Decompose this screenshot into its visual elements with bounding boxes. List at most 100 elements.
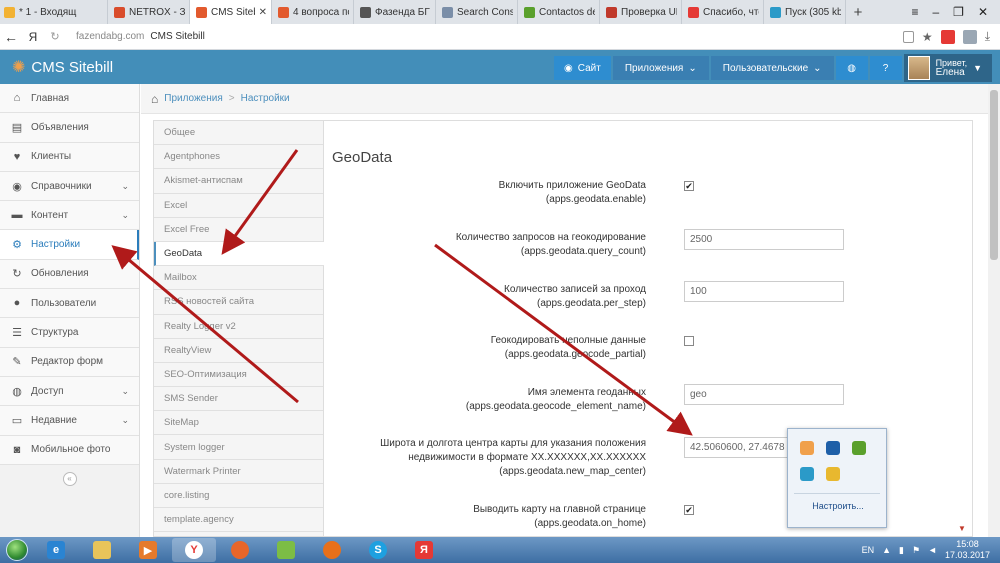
tab-mailbox[interactable]: Mailbox <box>154 266 323 291</box>
help-button[interactable]: ? <box>869 56 902 80</box>
per-step-input[interactable]: 100 <box>684 281 844 302</box>
taskbar-app[interactable] <box>218 538 262 562</box>
scrollbar-thumb[interactable] <box>990 90 998 260</box>
geo-element-name-input[interactable]: geo <box>684 384 844 405</box>
bluetooth-icon[interactable] <box>826 441 840 455</box>
close-window-button[interactable]: ✕ <box>978 5 988 19</box>
taskbar-app[interactable]: S <box>356 538 400 562</box>
tab-general[interactable]: Общее <box>154 121 323 146</box>
tab-agentphones[interactable]: Agentphones <box>154 145 323 170</box>
collapse-sidebar-button[interactable]: « <box>62 471 77 486</box>
sidebar-item-listings[interactable]: ▤ Объявления <box>0 113 139 143</box>
sidebar-item-home[interactable]: ⌂ Главная <box>0 84 139 114</box>
new-tab-button[interactable]: + <box>846 0 870 24</box>
volume-icon[interactable]: ◄ <box>928 545 937 555</box>
taskbar-app[interactable] <box>264 538 308 562</box>
tab-core-listing[interactable]: core.listing <box>154 484 323 508</box>
tab-template-agency[interactable]: template.agency <box>154 508 323 533</box>
scroll-down-arrow-icon[interactable]: ▼ <box>958 524 966 533</box>
sidebar-item-references[interactable]: ◉ Справочники ⌄ <box>0 171 139 202</box>
sidebar-item-form-editor[interactable]: ✎ Редактор форм <box>0 347 139 377</box>
minimize-button[interactable]: – <box>932 5 939 19</box>
brand[interactable]: ✺ CMS Sitebill <box>0 57 113 77</box>
sidebar-item-recent[interactable]: ▭ Недавние ⌄ <box>0 406 139 436</box>
tab-geodata[interactable]: GeoData <box>154 241 324 267</box>
custom-menu-button[interactable]: Пользовательские ⌄ <box>710 56 834 80</box>
sidebar-item-mobile-photo[interactable]: ◙ Мобильное фото <box>0 435 139 465</box>
apps-menu-button[interactable]: Приложения ⌄ <box>612 56 709 80</box>
browser-tab[interactable]: 4 вопроса по <box>272 0 354 24</box>
download-icon[interactable]: ⤓ <box>985 29 990 44</box>
language-indicator[interactable]: EN <box>862 545 875 555</box>
tab-sms-sender[interactable]: SMS Sender <box>154 387 323 412</box>
globe-button[interactable]: ◍ <box>835 56 868 80</box>
breadcrumb-apps[interactable]: Приложения <box>164 93 223 104</box>
tab-close-icon[interactable]: ✕ <box>259 7 267 18</box>
sidebar-item-settings[interactable]: ⚙ Настройки <box>0 230 139 260</box>
sidebar-item-label: Контент <box>31 209 69 221</box>
browser-tab[interactable]: Contactos de <box>518 0 600 24</box>
bookmark-star-icon[interactable]: ★ <box>922 30 933 44</box>
url-page-title[interactable]: CMS Sitebill <box>150 31 204 42</box>
sidebar-item-updates[interactable]: ↻ Обновления <box>0 259 139 290</box>
yandex-logo-icon[interactable]: Я <box>22 30 44 44</box>
taskbar-app[interactable] <box>310 538 354 562</box>
back-arrow-icon[interactable]: ← <box>0 29 22 45</box>
show-map-on-home-checkbox[interactable]: ✔ <box>684 505 694 515</box>
tray-app-icon[interactable] <box>826 467 840 481</box>
tab-excel[interactable]: Excel <box>154 194 323 218</box>
query-count-input[interactable]: 2500 <box>684 229 844 250</box>
reader-mode-icon[interactable] <box>902 30 914 43</box>
network-icon[interactable]: ▮ <box>899 545 904 556</box>
home-icon[interactable]: ⌂ <box>151 92 158 106</box>
tab-watermark-printer[interactable]: Watermark Printer <box>154 460 323 484</box>
tab-akismet[interactable]: Akismet-антиспам <box>154 169 323 194</box>
reload-icon[interactable]: ↻ <box>44 30 66 43</box>
tab-system-logger[interactable]: System logger <box>154 435 323 460</box>
tab-excel-free[interactable]: Excel Free <box>154 218 323 242</box>
taskbar-app[interactable] <box>80 538 124 562</box>
geocode-partial-checkbox[interactable] <box>684 336 694 346</box>
enable-checkbox[interactable]: ✔ <box>684 181 694 191</box>
customize-tray-link[interactable]: Настроить... <box>788 501 888 511</box>
browser-tab[interactable]: Проверка UR <box>600 0 682 24</box>
tab-rss[interactable]: RSS новостей сайта <box>154 290 323 315</box>
browser-tab[interactable]: * 1 - Входящ <box>0 0 108 24</box>
tab-sitemap[interactable]: SiteMap <box>154 411 323 436</box>
maximize-button[interactable]: ❐ <box>953 5 964 19</box>
clock[interactable]: 15:08 17.03.2017 <box>945 539 990 561</box>
tray-expand-icon[interactable]: ▲ <box>882 545 891 555</box>
user-menu[interactable]: Привет, Елена ▼ <box>903 54 992 82</box>
tab-realtyview[interactable]: RealtyView <box>154 339 323 363</box>
sidebar-item-clients[interactable]: ♥ Клиенты <box>0 142 139 172</box>
site-button[interactable]: ◉ Сайт <box>554 56 611 80</box>
browser-tab[interactable]: Search Conso <box>436 0 518 24</box>
tray-app-icon[interactable] <box>852 441 866 455</box>
browser-tab[interactable]: Фазенда БГ - <box>354 0 436 24</box>
browser-tab[interactable]: Спасибо, что <box>682 0 764 24</box>
sidebar-item-content[interactable]: ▬ Контент ⌄ <box>0 201 139 231</box>
extension-icon[interactable] <box>962 29 977 44</box>
browser-menu-icon[interactable]: ≡ <box>911 5 918 19</box>
start-button[interactable] <box>0 537 34 563</box>
browser-tab[interactable]: Пуск (305 kb) <box>764 0 846 24</box>
tab-seo[interactable]: SEO-Оптимизация <box>154 363 323 388</box>
tray-app-icon[interactable] <box>800 441 814 455</box>
extension-icon[interactable] <box>940 29 955 44</box>
url-domain[interactable]: fazendabg.com <box>76 31 144 42</box>
flag-icon[interactable]: ⚑ <box>912 545 920 556</box>
browser-tab-active[interactable]: CMS Sitebi ✕ <box>190 0 272 24</box>
page-scrollbar[interactable] <box>988 84 1000 537</box>
tab-realty-logger[interactable]: Realty Logger v2 <box>154 315 323 339</box>
tab-title: Пуск (305 kb) <box>785 6 841 18</box>
taskbar-app[interactable]: ▶ <box>126 538 170 562</box>
taskbar-app[interactable]: Y <box>172 538 216 562</box>
sidebar-item-structure[interactable]: ☰ Структура <box>0 318 139 348</box>
sidebar-item-users[interactable]: ● Пользователи <box>0 289 139 319</box>
sidebar-item-access[interactable]: ◍ Доступ ⌄ <box>0 376 139 407</box>
taskbar-app[interactable]: e <box>34 538 78 562</box>
taskbar-app[interactable]: Я <box>402 538 446 562</box>
tray-app-icon[interactable] <box>800 467 814 481</box>
browser-tab[interactable]: NETROX - Зо <box>108 0 190 24</box>
breadcrumb-settings[interactable]: Настройки <box>241 93 290 104</box>
